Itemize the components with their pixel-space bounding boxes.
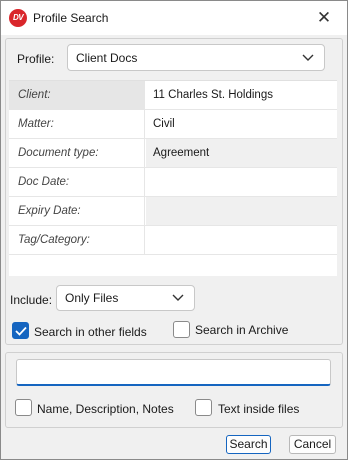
window-title: Profile Search bbox=[33, 11, 109, 25]
profile-search-dialog: DV Profile Search ✕ Profile: Client Docs… bbox=[0, 0, 348, 460]
name-description-notes-checkbox[interactable] bbox=[15, 399, 32, 416]
field-value[interactable] bbox=[146, 197, 337, 225]
field-row-matter[interactable]: Matter: Civil bbox=[9, 110, 337, 139]
search-other-fields-label[interactable]: Search in other fields bbox=[34, 325, 147, 339]
checkmark-icon bbox=[15, 326, 27, 336]
search-archive-label[interactable]: Search in Archive bbox=[195, 323, 288, 337]
field-label: Doc Date: bbox=[9, 168, 145, 196]
include-dropdown[interactable]: Only Files bbox=[56, 285, 195, 311]
field-value[interactable]: Agreement bbox=[146, 139, 337, 167]
profile-fields-grid: Client: 11 Charles St. Holdings Matter: … bbox=[9, 80, 337, 276]
search-archive-checkbox[interactable] bbox=[173, 321, 190, 338]
field-value[interactable]: 11 Charles St. Holdings bbox=[146, 81, 337, 109]
field-label: Matter: bbox=[9, 110, 145, 138]
field-value[interactable] bbox=[146, 226, 337, 254]
field-row-doc-date[interactable]: Doc Date: bbox=[9, 168, 337, 197]
search-button[interactable]: Search bbox=[226, 435, 271, 454]
search-input[interactable] bbox=[16, 359, 331, 386]
field-row-tag-category[interactable]: Tag/Category: bbox=[9, 226, 337, 255]
chevron-down-icon bbox=[302, 54, 314, 61]
field-label: Expiry Date: bbox=[9, 197, 145, 225]
field-label: Tag/Category: bbox=[9, 226, 145, 254]
app-logo-icon: DV bbox=[9, 9, 27, 27]
include-dropdown-value: Only Files bbox=[65, 291, 119, 305]
chevron-down-icon bbox=[172, 294, 184, 301]
field-label: Client: bbox=[9, 81, 145, 109]
close-icon[interactable]: ✕ bbox=[315, 9, 333, 27]
profile-label: Profile: bbox=[17, 52, 55, 66]
field-label: Document type: bbox=[9, 139, 145, 167]
cancel-button[interactable]: Cancel bbox=[289, 435, 336, 454]
field-row-document-type[interactable]: Document type: Agreement bbox=[9, 139, 337, 168]
text-inside-files-checkbox[interactable] bbox=[195, 399, 212, 416]
text-inside-files-label[interactable]: Text inside files bbox=[218, 402, 299, 416]
name-description-notes-label[interactable]: Name, Description, Notes bbox=[37, 402, 174, 416]
field-value[interactable] bbox=[146, 168, 337, 196]
search-other-fields-checkbox[interactable] bbox=[12, 322, 29, 339]
profile-dropdown[interactable]: Client Docs bbox=[67, 44, 325, 71]
field-row-client[interactable]: Client: 11 Charles St. Holdings bbox=[9, 81, 337, 110]
field-value[interactable]: Civil bbox=[146, 110, 337, 138]
title-bar: DV Profile Search ✕ bbox=[1, 1, 347, 35]
include-label: Include: bbox=[10, 293, 53, 307]
field-row-expiry-date[interactable]: Expiry Date: bbox=[9, 197, 337, 226]
profile-dropdown-value: Client Docs bbox=[76, 50, 138, 65]
